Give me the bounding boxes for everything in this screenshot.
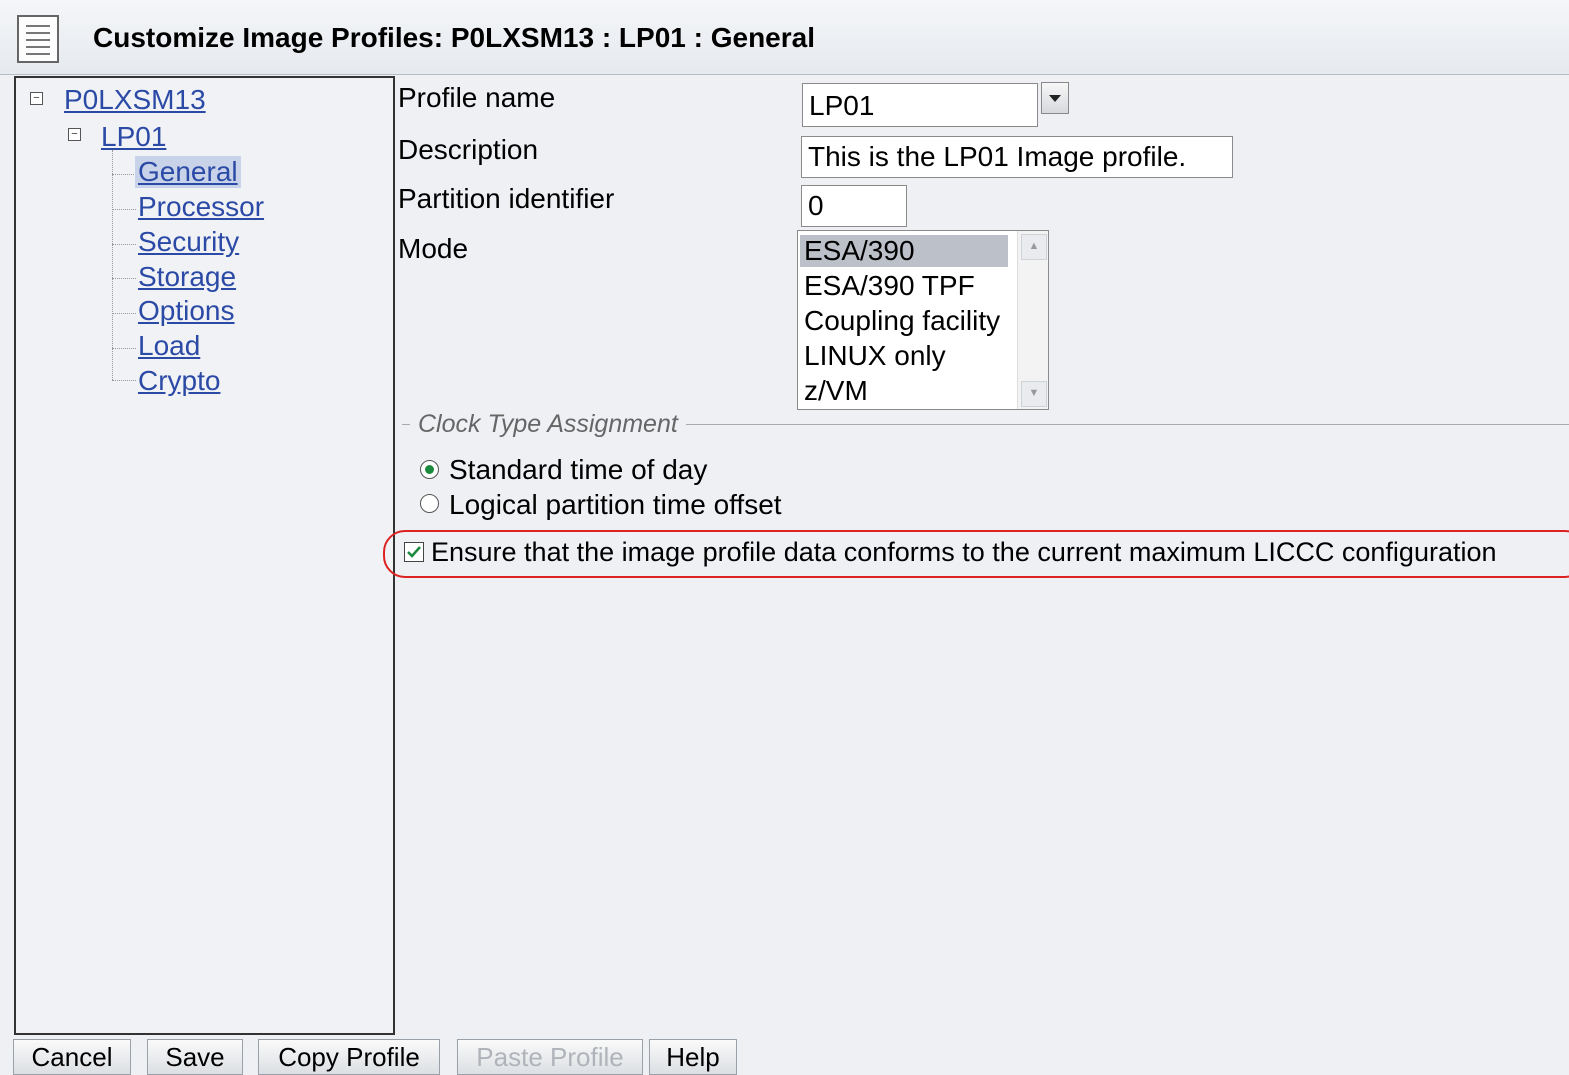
description-label: Description bbox=[398, 134, 539, 165]
mode-option-esa390-tpf[interactable]: ESA/390 TPF bbox=[804, 270, 975, 302]
profile-name-label: Profile name bbox=[398, 82, 556, 113]
mode-listbox[interactable]: ESA/390 ESA/390 TPF Coupling facility LI… bbox=[797, 230, 1049, 410]
description-field[interactable]: This is the LP01 Image profile. bbox=[801, 136, 1233, 178]
profile-name-combo[interactable]: LP01 bbox=[802, 83, 1038, 127]
chevron-down-icon bbox=[1049, 95, 1061, 102]
mode-option-coupling-facility[interactable]: Coupling facility bbox=[804, 305, 1000, 337]
profile-name-value: LP01 bbox=[809, 90, 875, 121]
partition-identifier-label: Partition identifier bbox=[398, 183, 615, 214]
lpar-time-offset-label[interactable]: Logical partition time offset bbox=[449, 489, 782, 521]
standard-time-label[interactable]: Standard time of day bbox=[449, 454, 707, 486]
tree-item-options[interactable]: Options bbox=[138, 295, 235, 327]
mode-option-zvm[interactable]: z/VM bbox=[804, 375, 868, 407]
tree-item-processor[interactable]: Processor bbox=[138, 191, 264, 223]
mode-option-esa390[interactable]: ESA/390 bbox=[800, 235, 1008, 267]
help-button[interactable]: Help bbox=[649, 1039, 737, 1075]
scroll-down-icon[interactable]: ▼ bbox=[1021, 381, 1047, 407]
partition-identifier-field[interactable]: 0 bbox=[801, 185, 907, 227]
liccc-checkbox[interactable] bbox=[404, 542, 424, 562]
radio-selected-dot bbox=[425, 465, 434, 474]
collapse-icon[interactable]: − bbox=[68, 128, 81, 141]
tree-item-security[interactable]: Security bbox=[138, 226, 239, 258]
page-title: Customize Image Profiles: P0LXSM13 : LP0… bbox=[93, 22, 815, 53]
clock-type-legend: Clock Type Assignment bbox=[410, 410, 686, 439]
tree-node-lp01[interactable]: LP01 bbox=[101, 121, 166, 153]
scroll-up-icon[interactable]: ▲ bbox=[1021, 234, 1047, 260]
dropdown-button[interactable] bbox=[1041, 82, 1069, 114]
save-button[interactable]: Save bbox=[147, 1039, 243, 1075]
standard-time-radio[interactable] bbox=[420, 460, 439, 479]
document-icon bbox=[16, 14, 64, 66]
tree-item-crypto[interactable]: Crypto bbox=[138, 365, 220, 397]
mode-label: Mode bbox=[398, 233, 469, 264]
tree-node-cpc[interactable]: P0LXSM13 bbox=[64, 84, 206, 116]
paste-profile-button[interactable]: Paste Profile bbox=[457, 1039, 643, 1075]
mode-option-linux-only[interactable]: LINUX only bbox=[804, 340, 946, 372]
lpar-time-offset-radio[interactable] bbox=[420, 494, 439, 513]
collapse-icon[interactable]: − bbox=[30, 92, 43, 105]
mode-scrollbar[interactable]: ▲ ▼ bbox=[1017, 231, 1048, 409]
tree-item-general[interactable]: General bbox=[135, 156, 241, 188]
checkmark-icon bbox=[407, 546, 421, 558]
navigation-tree: − P0LXSM13 − LP01 General Processor Secu… bbox=[14, 76, 395, 1035]
liccc-label[interactable]: Ensure that the image profile data confo… bbox=[431, 537, 1497, 568]
tree-item-load[interactable]: Load bbox=[138, 330, 200, 362]
tree-item-storage[interactable]: Storage bbox=[138, 261, 236, 293]
copy-profile-button[interactable]: Copy Profile bbox=[258, 1039, 440, 1075]
cancel-button[interactable]: Cancel bbox=[13, 1039, 131, 1075]
